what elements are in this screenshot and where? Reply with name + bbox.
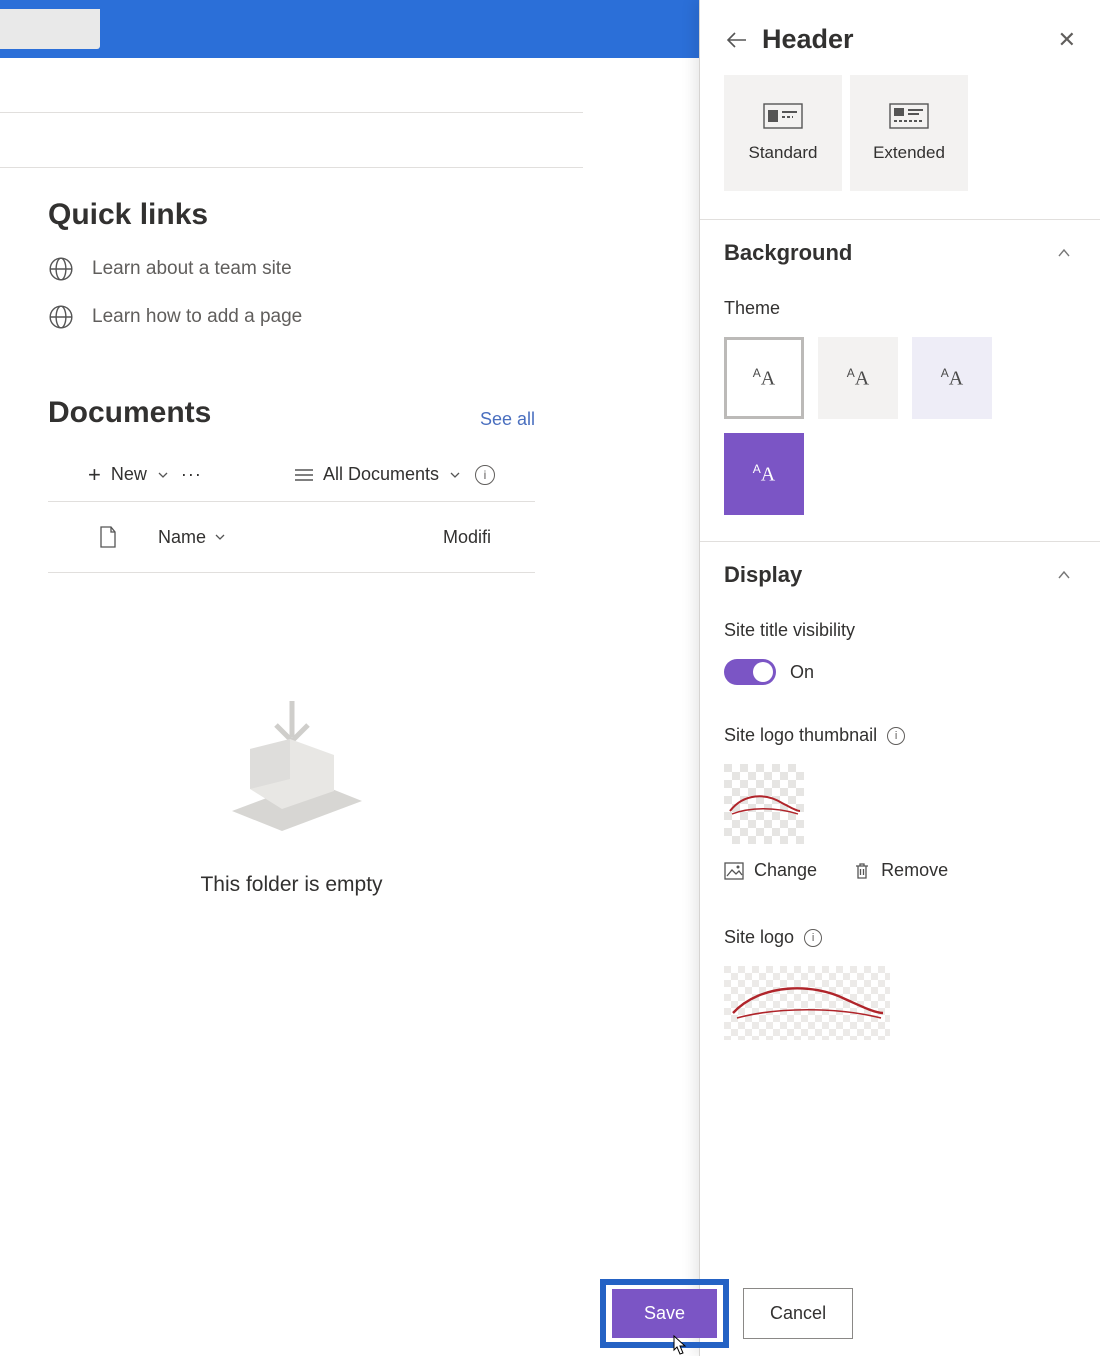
change-thumbnail-button[interactable]: Change: [724, 860, 817, 881]
new-label: New: [111, 464, 147, 485]
back-arrow-icon[interactable]: [724, 28, 748, 52]
save-button[interactable]: Save: [612, 1289, 717, 1338]
ribbon-region: [0, 58, 583, 113]
layout-label: Standard: [749, 143, 818, 163]
theme-swatch-light[interactable]: AA: [724, 337, 804, 419]
view-selector-label: All Documents: [323, 464, 439, 485]
chevron-up-icon: [1056, 567, 1072, 583]
remove-thumbnail-button[interactable]: Remove: [853, 860, 948, 881]
theme-swatch-strong[interactable]: AA: [724, 433, 804, 515]
display-section-header[interactable]: Display: [700, 542, 1100, 598]
site-logo-thumbnail-label: Site logo thumbnail: [724, 725, 877, 746]
theme-swatch-soft[interactable]: AA: [912, 337, 992, 419]
toggle-state-label: On: [790, 662, 814, 683]
chevron-down-icon: [157, 469, 169, 481]
layout-option-extended[interactable]: Extended: [850, 75, 968, 191]
list-icon: [295, 468, 313, 482]
cancel-button[interactable]: Cancel: [743, 1288, 853, 1339]
header-settings-pane: Header ✕ Standard Extended Background Th…: [699, 0, 1100, 1356]
chevron-down-icon: [449, 469, 461, 481]
aa-icon: AA: [753, 462, 775, 487]
aa-icon: AA: [847, 366, 869, 391]
theme-swatch-neutral[interactable]: AA: [818, 337, 898, 419]
quick-link-item[interactable]: Learn how to add a page: [48, 304, 535, 330]
quick-links-heading: Quick links: [48, 198, 535, 232]
aa-icon: AA: [941, 366, 963, 391]
info-icon[interactable]: i: [887, 727, 905, 745]
page-main: Quick links Learn about a team site Lear…: [0, 58, 583, 1356]
background-heading: Background: [724, 240, 852, 266]
display-heading: Display: [724, 562, 802, 588]
documents-heading: Documents: [48, 396, 211, 430]
trash-icon: [853, 861, 871, 881]
new-button[interactable]: + New: [88, 464, 169, 485]
see-all-link[interactable]: See all: [480, 409, 535, 430]
quick-link-label: Learn how to add a page: [92, 306, 302, 328]
site-title-visibility-toggle[interactable]: [724, 659, 776, 685]
name-column-header[interactable]: Name: [158, 527, 226, 548]
layout-option-standard[interactable]: Standard: [724, 75, 842, 191]
quick-link-item[interactable]: Learn about a team site: [48, 256, 535, 282]
info-icon[interactable]: i: [804, 929, 822, 947]
site-logo-label: Site logo: [724, 927, 794, 948]
empty-folder-icon: [212, 693, 372, 833]
layout-label: Extended: [873, 143, 945, 163]
more-actions-button[interactable]: ···: [181, 464, 202, 485]
save-highlight-box: Save: [600, 1279, 729, 1348]
site-title-visibility-label: Site title visibility: [724, 620, 1076, 641]
search-box-placeholder[interactable]: [0, 9, 100, 49]
documents-table-head: Name Modifi: [48, 502, 535, 573]
file-type-column: [88, 526, 128, 548]
chevron-up-icon: [1056, 245, 1072, 261]
extended-layout-icon: [889, 103, 929, 129]
chevron-down-icon: [214, 531, 226, 543]
pane-footer-buttons: Save Cancel: [600, 1279, 853, 1348]
theme-label: Theme: [724, 298, 1076, 319]
empty-state: This folder is empty: [48, 573, 535, 897]
image-edit-icon: [724, 862, 744, 880]
globe-icon: [48, 256, 74, 282]
info-icon[interactable]: i: [475, 465, 495, 485]
site-logo-preview: [724, 966, 890, 1040]
background-section-header[interactable]: Background: [700, 220, 1100, 276]
view-selector[interactable]: All Documents: [295, 464, 461, 485]
subheader-region: [0, 113, 583, 168]
site-logo-thumbnail-preview: [724, 764, 804, 844]
close-icon[interactable]: ✕: [1058, 27, 1076, 53]
pane-title: Header: [762, 24, 854, 55]
aa-icon: AA: [753, 366, 775, 391]
cursor-icon: [670, 1334, 688, 1356]
documents-toolbar: + New ··· All Documents i: [48, 450, 535, 502]
file-icon: [99, 526, 117, 548]
globe-icon: [48, 304, 74, 330]
empty-message: This folder is empty: [200, 873, 382, 897]
modified-column-header[interactable]: Modifi: [443, 527, 495, 548]
standard-layout-icon: [763, 103, 803, 129]
quick-link-label: Learn about a team site: [92, 258, 292, 280]
